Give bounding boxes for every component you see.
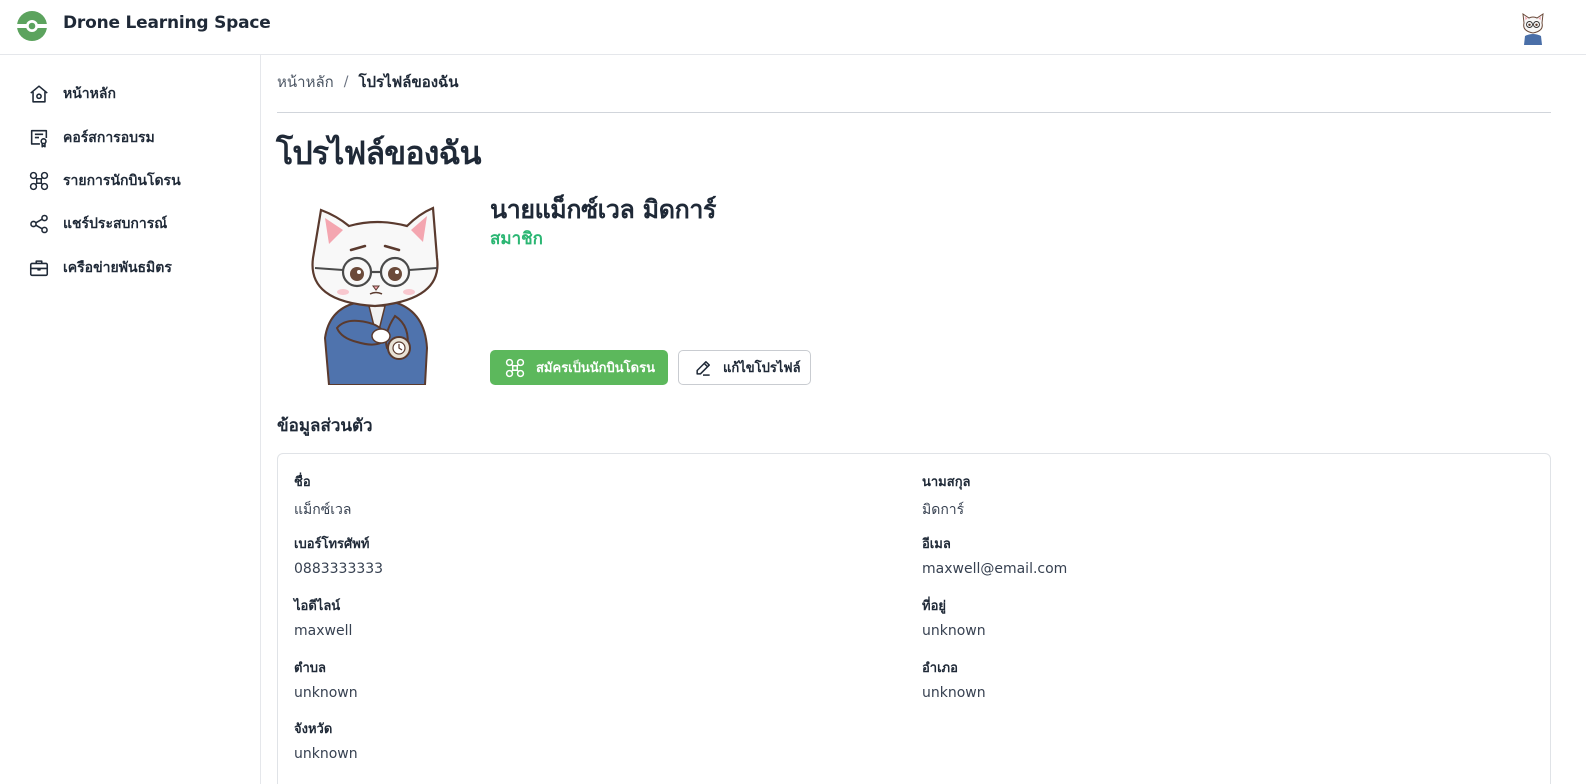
sidebar-item-pilots[interactable]: รายการนักบินโดรน <box>28 167 248 195</box>
sidebar-item-share[interactable]: แชร์ประสบการณ์ <box>28 210 248 238</box>
breadcrumb-separator: / <box>343 74 349 90</box>
edit-profile-button[interactable]: แก้ไขโปรไฟล์ <box>678 350 811 385</box>
briefcase-icon <box>29 260 49 277</box>
profile-picture <box>311 206 439 385</box>
field-label: ที่อยู่ <box>922 599 946 614</box>
personal-info-card: ชื่อ แม็กซ์เวล นามสกุล มิดการ์ เบอร์โทรศ… <box>277 453 1551 784</box>
user-avatar[interactable] <box>1515 9 1551 45</box>
profile-full-name: นายแม็กซ์เวล มิดการ์ <box>490 195 716 224</box>
field-value: 0883333333 <box>294 561 384 577</box>
field-label: อำเภอ <box>922 661 958 676</box>
register-pilot-label: สมัครเป็นนักบินโดรน <box>536 361 655 376</box>
pencil-icon <box>696 360 710 376</box>
edit-profile-label: แก้ไขโปรไฟล์ <box>723 361 801 376</box>
sidebar-item-courses[interactable]: คอร์สการอบรม <box>28 124 248 152</box>
drone-icon <box>505 358 525 377</box>
field-address: ที่อยู่ unknown <box>922 595 986 639</box>
register-pilot-button[interactable]: สมัครเป็นนักบินโดรน <box>490 350 668 385</box>
certificate-icon <box>30 129 48 148</box>
field-district: อำเภอ unknown <box>922 657 986 701</box>
breadcrumb-current: โปรไฟล์ของฉัน <box>358 73 459 91</box>
share-icon <box>30 214 48 234</box>
field-value: แม็กซ์เวล <box>294 502 352 518</box>
sidebar-item-label: หน้าหลัก <box>63 86 116 102</box>
field-last-name: นามสกุล มิดการ์ <box>922 471 971 521</box>
field-phone: เบอร์โทรศัพท์ 0883333333 <box>294 533 383 577</box>
sidebar-item-label: คอร์สการอบรม <box>63 130 155 146</box>
field-value: maxwell <box>294 623 353 639</box>
field-value: unknown <box>922 623 986 639</box>
sidebar-item-label: เครือข่ายพันธมิตร <box>63 260 172 276</box>
field-first-name: ชื่อ แม็กซ์เวล <box>294 471 351 521</box>
field-value: unknown <box>294 685 358 701</box>
sidebar-item-home[interactable]: หน้าหลัก <box>28 80 248 108</box>
field-email: อีเมล maxwell@email.com <box>922 533 1067 577</box>
divider <box>277 112 1551 113</box>
sidebar-item-label: แชร์ประสบการณ์ <box>63 216 168 232</box>
sidebar: หน้าหลัก คอร์สการอบรม รายการนักบินโดรน แ… <box>0 55 261 784</box>
field-subdistrict: ตำบล unknown <box>294 657 358 701</box>
drone-icon <box>29 171 49 191</box>
field-label: นามสกุล <box>922 475 971 490</box>
field-label: ตำบล <box>294 661 326 676</box>
profile-role-badge: สมาชิก <box>490 229 543 249</box>
field-value: unknown <box>922 685 986 701</box>
field-province: จังหวัด unknown <box>294 718 358 762</box>
field-label: อีเมล <box>922 537 951 552</box>
sidebar-item-partners[interactable]: เครือข่ายพันธมิตร <box>28 254 248 282</box>
personal-info-title: ข้อมูลส่วนตัว <box>277 416 373 436</box>
page-title: โปรไฟล์ของฉัน <box>276 134 481 172</box>
logo-icon[interactable] <box>16 10 48 42</box>
home-icon <box>30 85 48 103</box>
app-name[interactable]: Drone Learning Space <box>63 13 271 33</box>
field-label: ไอดีไลน์ <box>294 599 341 614</box>
top-bar: Drone Learning Space <box>0 0 1586 55</box>
field-label: จังหวัด <box>294 722 333 737</box>
sidebar-item-label: รายการนักบินโดรน <box>63 173 181 189</box>
field-value: มิดการ์ <box>922 502 965 518</box>
field-label: ชื่อ <box>294 475 311 490</box>
field-value: maxwell@email.com <box>922 561 1068 577</box>
breadcrumb-home-link[interactable]: หน้าหลัก <box>277 70 334 94</box>
field-value: unknown <box>294 746 358 762</box>
field-label: เบอร์โทรศัพท์ <box>294 537 370 552</box>
field-line-id: ไอดีไลน์ maxwell <box>294 595 352 639</box>
breadcrumb: หน้าหลัก / โปรไฟล์ของฉัน <box>277 72 459 92</box>
